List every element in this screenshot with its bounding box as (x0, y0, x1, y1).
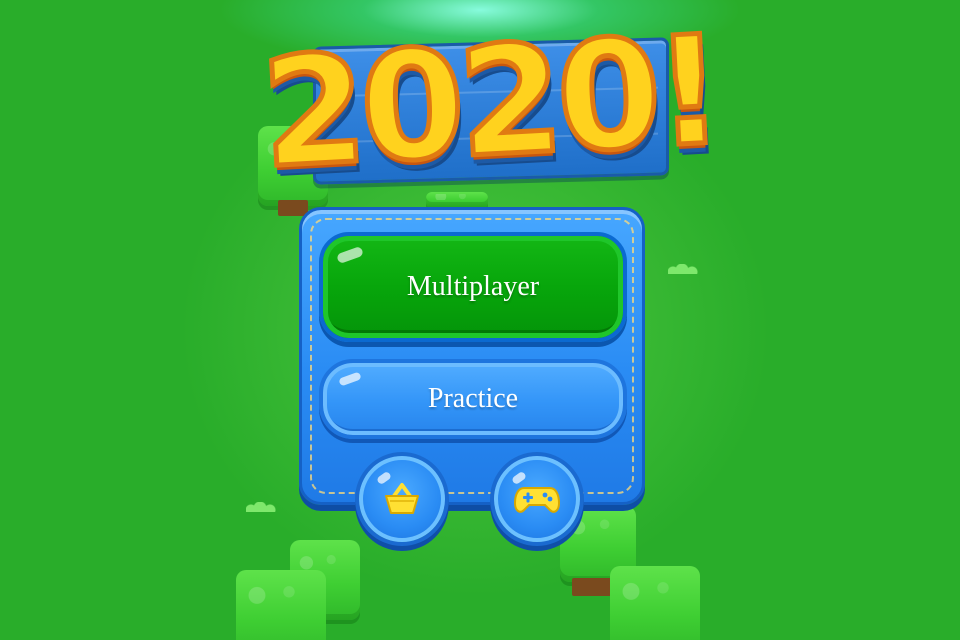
button-shine (336, 245, 364, 265)
multiplayer-label: Multiplayer (406, 271, 540, 302)
shop-button[interactable] (359, 456, 445, 542)
basket-icon (382, 481, 422, 517)
grass-tuft (246, 502, 280, 512)
game-menu-scene: 2020! Multiplayer Practice (0, 0, 960, 640)
gamepad-icon (514, 483, 560, 515)
bush-block-bottom-right-front (610, 566, 700, 640)
games-button[interactable] (494, 456, 580, 542)
bush-block-bottom-left (236, 570, 326, 640)
grass-tuft (668, 264, 702, 274)
multiplayer-button[interactable]: Multiplayer (319, 232, 627, 342)
button-shine (338, 371, 362, 387)
game-title-logo: 2020! (255, 2, 724, 205)
practice-button[interactable]: Practice (319, 359, 627, 439)
practice-label: Practice (427, 383, 519, 414)
